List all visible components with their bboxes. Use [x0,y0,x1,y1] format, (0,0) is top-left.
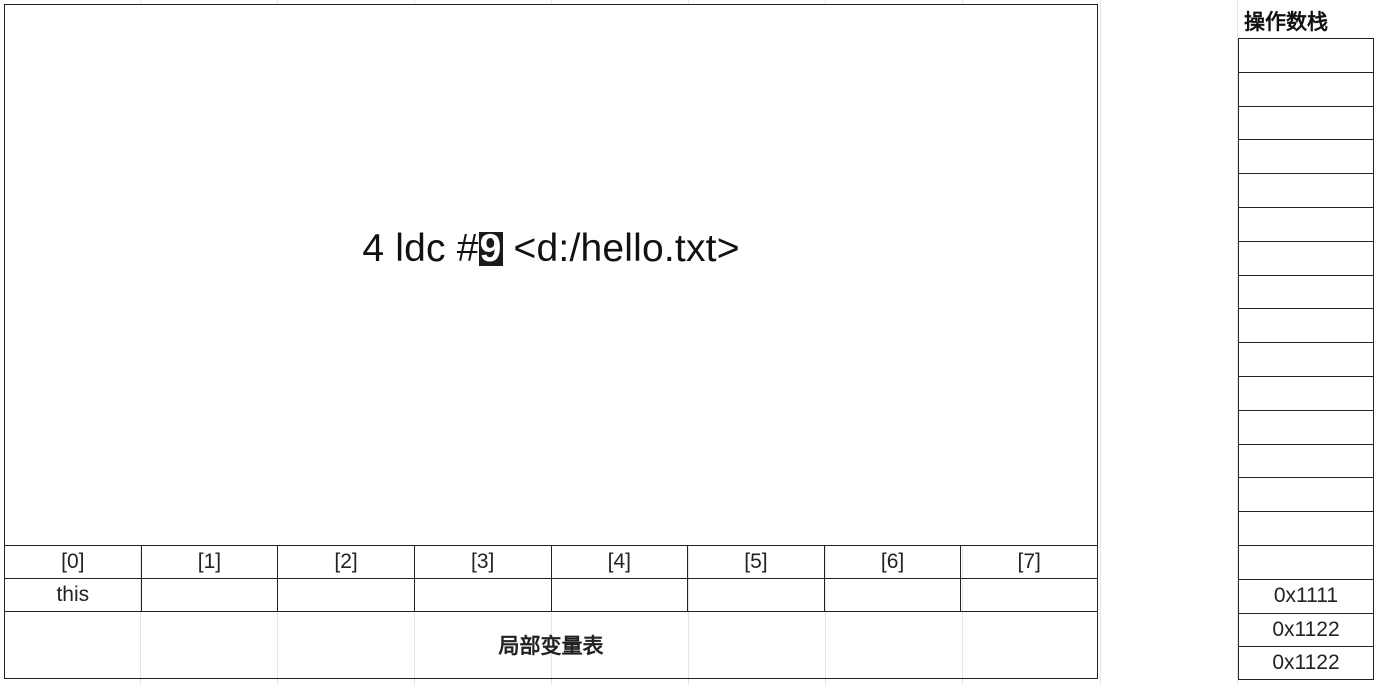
lv-value [550,578,689,612]
instruction-suffix: <d:/hello.txt> [502,227,740,270]
operand-stack-slot [1239,308,1373,342]
operand-stack-slot: 0x1111 [1239,578,1373,613]
operand-stack-slot [1239,71,1373,106]
operand-stack-slot [1239,206,1373,241]
operand-stack-slot: 0x1122 [1239,612,1373,647]
operand-stack-slot [1239,38,1373,72]
lv-value [960,578,1098,612]
lv-value [687,578,825,612]
lv-index: [1] [140,545,279,579]
lv-index: [0] [4,545,142,579]
lv-index: [4] [550,545,689,579]
lv-value-row: this [4,578,1098,612]
operand-stack-slot [1239,139,1373,173]
operand-stack-slot [1239,443,1373,478]
operand-stack-slot [1239,342,1373,376]
lv-caption-row: 局部变量表 [4,611,1098,679]
operand-stack-slot [1239,105,1373,140]
lv-value [413,578,552,612]
lv-value [823,578,962,612]
local-variable-table: [0] [1] [2] [3] [4] [5] [6] [7] this 局部变… [4,545,1098,679]
lv-index: [5] [687,545,825,579]
operand-stack-slot [1239,375,1373,410]
stack-frame-box: 4 ldc #9 <d:/hello.txt> [4,4,1098,546]
operand-stack-slot [1239,409,1373,444]
lv-index-row: [0] [1] [2] [3] [4] [5] [6] [7] [4,545,1098,579]
lv-value: this [4,578,142,612]
lv-index: [6] [823,545,962,579]
lv-index: [3] [413,545,552,579]
operand-stack-slot [1239,240,1373,275]
operand-stack-slot [1239,477,1373,511]
operand-stack-slot [1239,511,1373,545]
operand-stack-slot [1239,274,1373,309]
constant-pool-index-highlight: 9 [478,227,503,270]
instruction-prefix: 4 ldc # [362,227,479,270]
current-instruction: 4 ldc #9 <d:/hello.txt> [5,227,1097,271]
lv-index: [7] [960,545,1098,579]
lv-value [140,578,279,612]
operand-stack-slot [1239,544,1373,579]
lv-index: [2] [277,545,415,579]
operand-stack: 0x1111 0x1122 0x1122 [1238,38,1374,681]
lv-value [277,578,415,612]
operand-stack-title: 操作数栈 [1244,10,1328,34]
local-variable-table-caption: 局部变量表 [4,611,1098,679]
operand-stack-slot: 0x1122 [1239,646,1373,681]
operand-stack-slot [1239,173,1373,207]
